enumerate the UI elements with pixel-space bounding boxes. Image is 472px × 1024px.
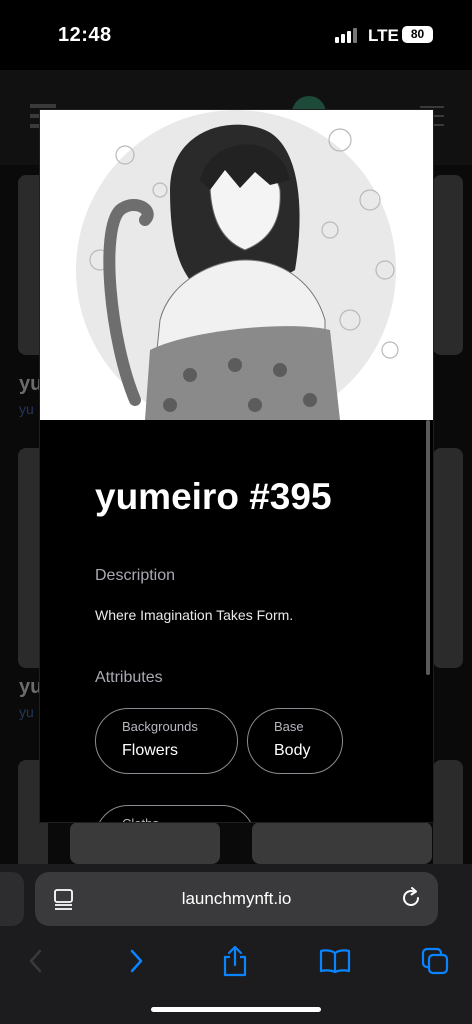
attribute-value: Flowers (122, 742, 179, 759)
bookmarks-button[interactable] (315, 941, 355, 981)
description-text: Where Imagination Takes Form. (95, 607, 294, 623)
url-text[interactable]: launchmynft.io (35, 889, 438, 909)
attribute-key: Base (274, 719, 304, 734)
chevron-left-icon (29, 949, 42, 973)
share-icon (223, 945, 247, 977)
battery-icon: 80 (402, 26, 433, 43)
chevron-right-icon (130, 949, 143, 973)
previous-tab-peek[interactable] (0, 872, 24, 926)
nft-card[interactable] (252, 822, 432, 864)
home-indicator[interactable] (151, 1007, 321, 1012)
forward-button[interactable] (116, 941, 156, 981)
tabs-icon (421, 947, 449, 975)
attributes-label: Attributes (95, 669, 163, 686)
tabs-button[interactable] (415, 941, 455, 981)
nft-card[interactable] (433, 175, 463, 355)
nft-title: yumeiro #395 (95, 476, 332, 517)
attribute-pill-cloths[interactable]: Cloths (95, 805, 255, 822)
nft-card[interactable] (433, 448, 463, 668)
status-bar: 12:48 LTE 80 (0, 0, 472, 70)
card-title: yu (19, 676, 43, 698)
signal-icon (335, 27, 361, 43)
address-bar[interactable]: launchmynft.io (35, 872, 438, 926)
attribute-value: Body (274, 742, 311, 759)
nft-card[interactable] (433, 760, 463, 864)
card-title: yu (19, 373, 43, 395)
reload-icon[interactable] (400, 887, 422, 909)
attribute-pill-backgrounds[interactable]: Backgrounds Flowers (95, 708, 238, 774)
network-label: LTE (368, 26, 399, 45)
status-time: 12:48 (58, 24, 112, 46)
share-button[interactable] (215, 941, 255, 981)
attribute-key: Backgrounds (122, 719, 198, 734)
modal-scrollbar[interactable] (426, 420, 430, 675)
nft-detail-modal: yumeiro #395 Description Where Imaginati… (40, 110, 433, 822)
description-label: Description (95, 567, 176, 584)
nft-artwork-image (40, 110, 433, 420)
nft-card[interactable] (70, 822, 220, 864)
attribute-key: Cloths (122, 816, 228, 822)
card-subtitle: yu (19, 704, 34, 720)
back-button[interactable] (16, 941, 56, 981)
card-subtitle: yu (19, 401, 34, 417)
book-icon (319, 949, 351, 974)
attribute-pill-base[interactable]: Base Body (247, 708, 343, 774)
